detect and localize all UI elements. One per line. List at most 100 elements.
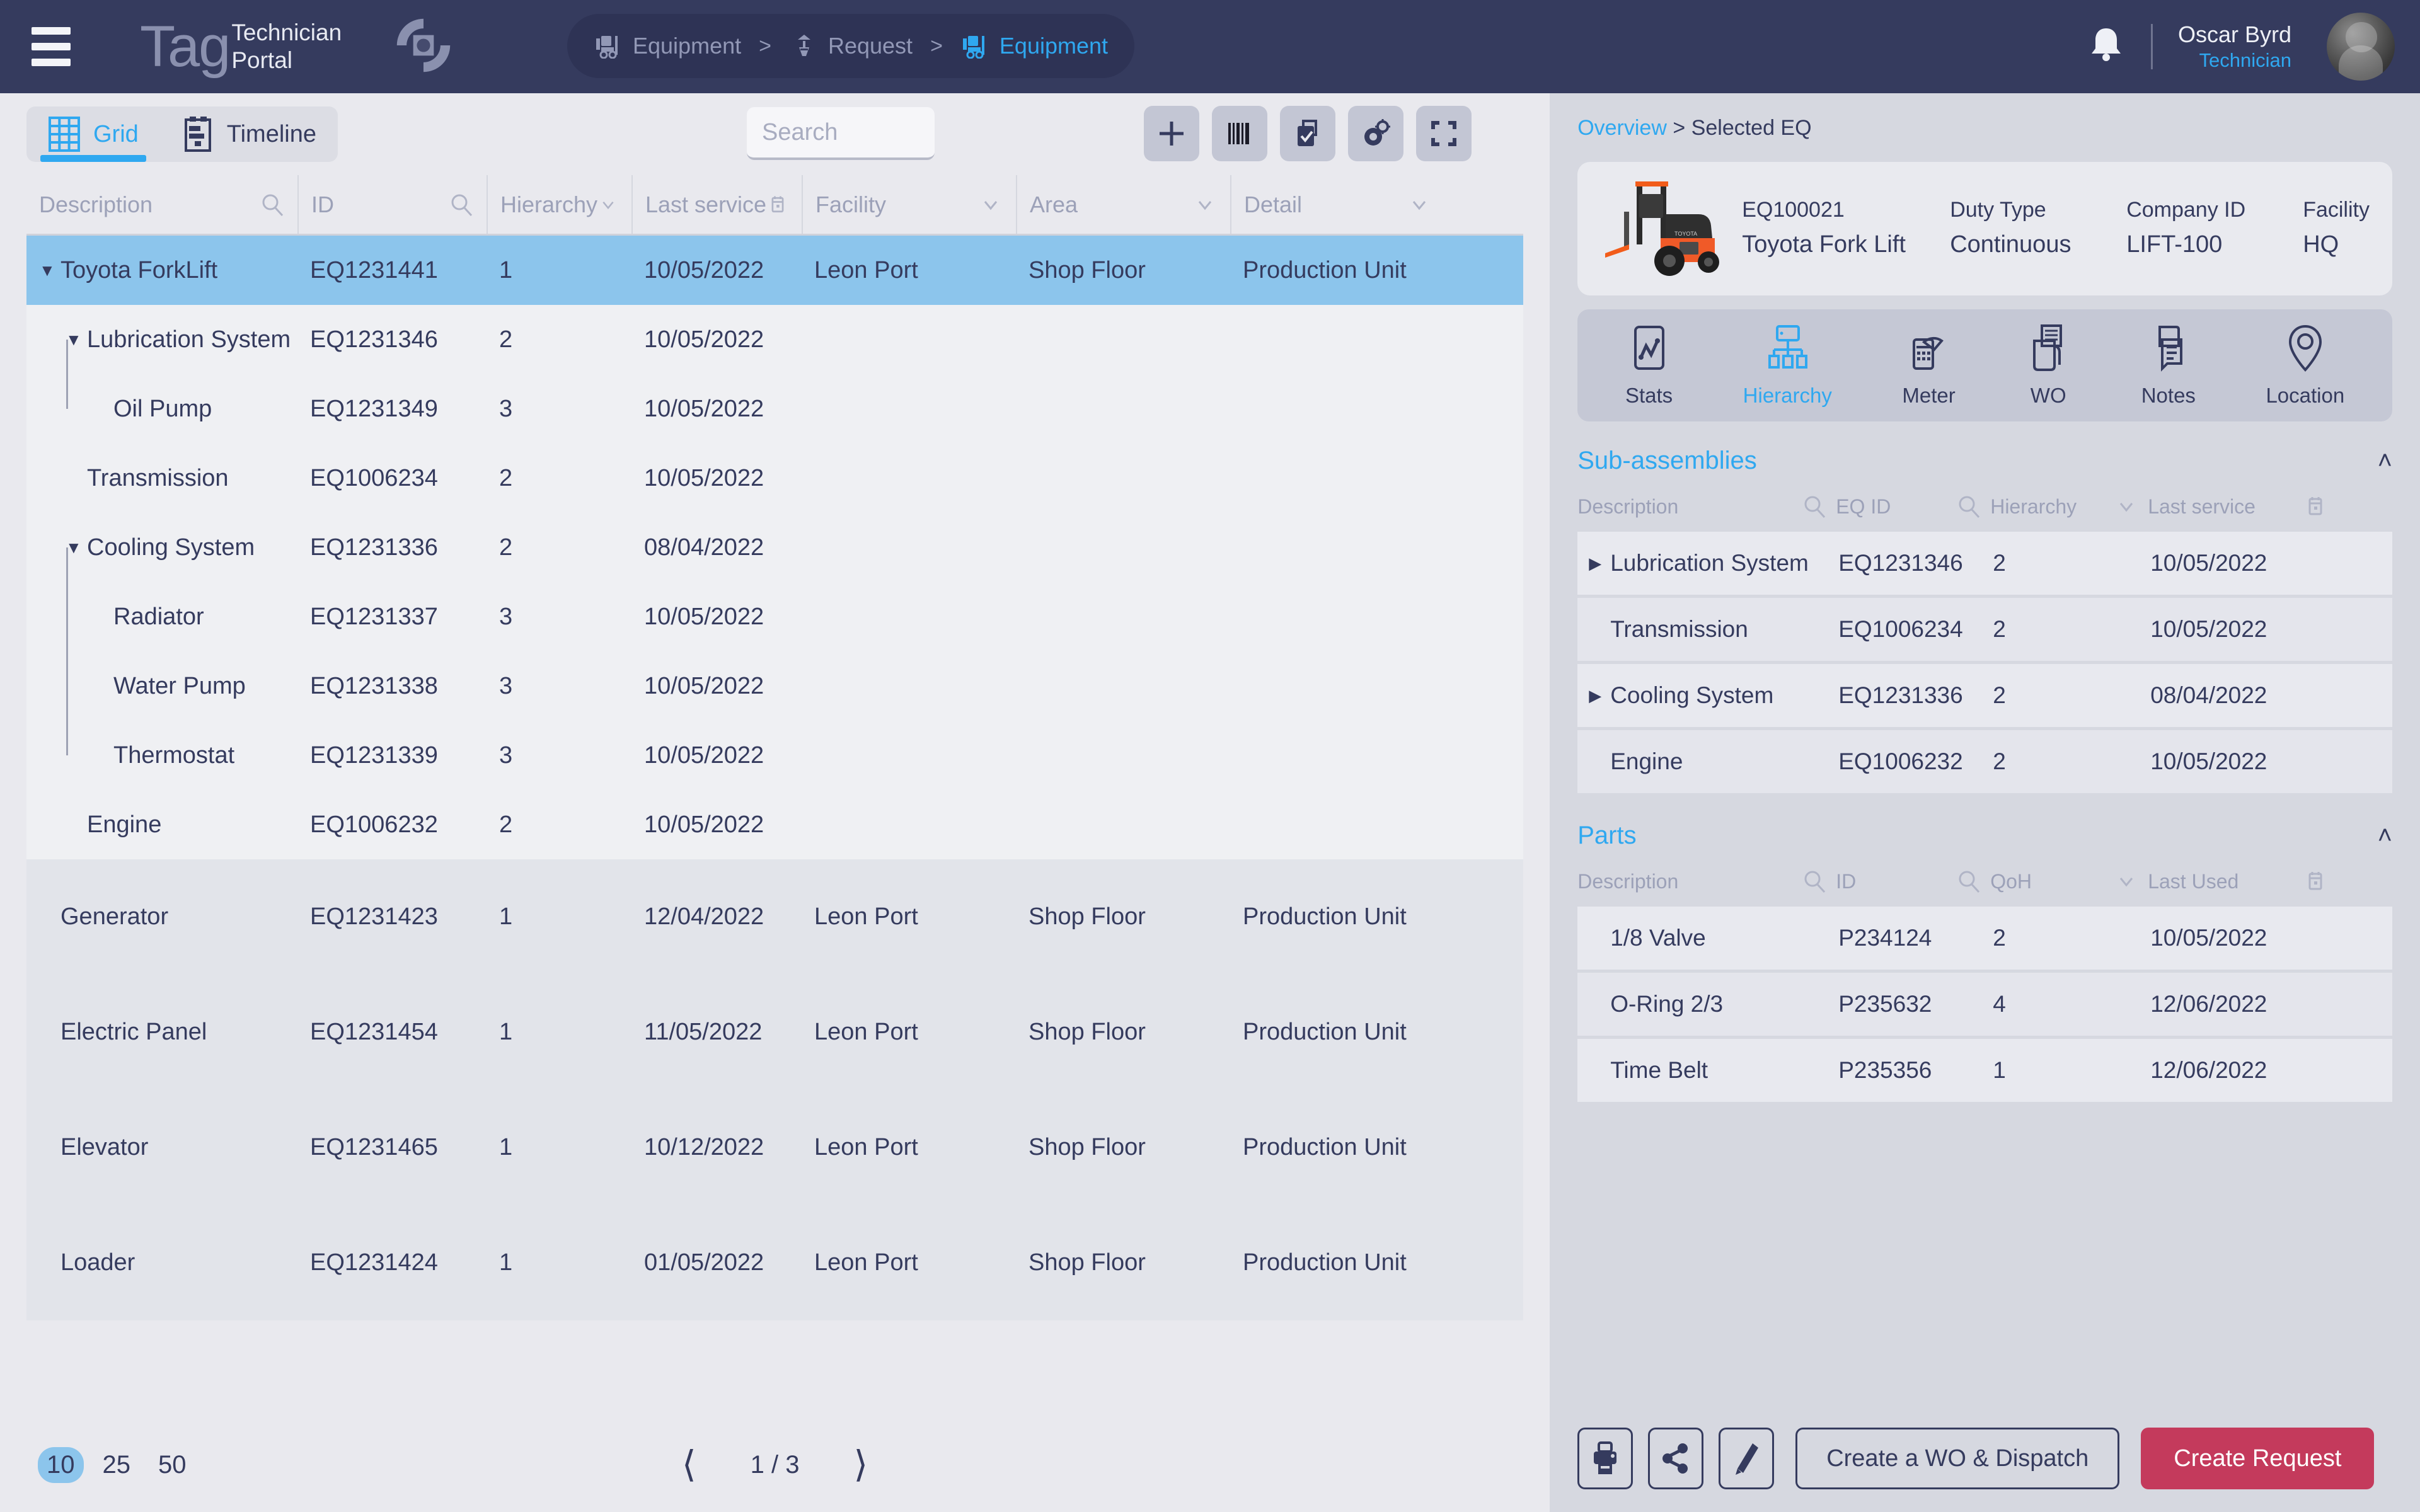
sub-column-header-eq-id[interactable]: EQ ID — [1836, 494, 1990, 519]
caret-down-icon[interactable]: ▼ — [66, 538, 87, 558]
cell-value: Production Unit — [1243, 256, 1407, 284]
chevron-up-icon[interactable]: ˄ — [2378, 822, 2392, 850]
caret-right-icon[interactable]: ▶ — [1589, 686, 1610, 706]
row-description: Time Belt — [1610, 1057, 1708, 1083]
tab-location[interactable]: Location — [2266, 323, 2344, 408]
sub-column-header-id[interactable]: ID — [1836, 869, 1990, 894]
detail-breadcrumb-link[interactable]: Overview — [1577, 116, 1667, 140]
sub-cell-hierarchy: 2 — [1990, 748, 2148, 775]
grid-column-header-area[interactable]: Area — [1016, 175, 1230, 234]
cell-value: 08/04/2022 — [2150, 682, 2267, 708]
tab-wo[interactable]: WO — [2025, 323, 2071, 408]
grid-header-row: Description ID Hierarchy Last service Facili… — [26, 175, 1524, 236]
cell-value: Production Unit — [1243, 1019, 1407, 1045]
list-item[interactable]: ▶ Lubrication System EQ1231346 2 10/05/2022 — [1577, 532, 2392, 595]
edit-button[interactable] — [1719, 1428, 1775, 1489]
settings-target-button[interactable] — [1348, 106, 1403, 161]
chevron-down-icon — [2120, 878, 2133, 887]
chevron-left-icon[interactable]: ⟨ — [682, 1446, 696, 1483]
sub-column-header-hierarchy[interactable]: Hierarchy — [1990, 494, 2148, 519]
cell-value: 10/12/2022 — [644, 1134, 764, 1160]
grid-column-label: Detail — [1244, 191, 1303, 217]
table-row[interactable]: ▼Electric Panel EQ1231454 1 11/05/2022 Leon … — [26, 975, 1524, 1090]
tab-grid[interactable]: Grid — [26, 106, 160, 162]
avatar[interactable] — [2327, 13, 2395, 81]
table-cell-description: ▼ Toyota ForkLift — [26, 257, 297, 284]
tab-meter[interactable]: Meter — [1902, 323, 1956, 408]
print-button[interactable] — [1577, 1428, 1634, 1489]
list-item[interactable]: ▶ Cooling System EQ1231336 2 08/04/2022 — [1577, 664, 2392, 727]
sub-column-header-description[interactable]: Description — [1577, 869, 1836, 894]
tab-hierarchy[interactable]: Hierarchy — [1743, 323, 1832, 408]
caret-down-icon[interactable]: ▼ — [66, 330, 87, 350]
table-row[interactable]: ▼Water Pump EQ1231338 3 10/05/2022 — [26, 651, 1524, 721]
table-cell-hierarchy: 2 — [487, 326, 631, 353]
checklist-button[interactable] — [1280, 106, 1335, 161]
hamburger-icon[interactable] — [32, 27, 71, 66]
cell-value: EQ1006234 — [310, 464, 438, 491]
grid-column-header-last-service[interactable]: Last service — [631, 175, 802, 234]
tree-node: ▼Water Pump — [39, 673, 246, 700]
table-row[interactable]: ▼ Toyota ForkLift EQ1231441 1 10/05/2022 Leon… — [26, 236, 1524, 305]
sub-column-header-description[interactable]: Description — [1577, 494, 1836, 519]
cell-value: Production Unit — [1243, 1134, 1407, 1160]
tree-node: ▼ Lubrication System — [39, 326, 291, 353]
search-icon — [451, 194, 473, 216]
chevron-up-icon[interactable]: ˄ — [2378, 447, 2392, 475]
cell-value: EQ1231346 — [1838, 550, 1963, 576]
table-cell-id: EQ1231339 — [297, 742, 487, 769]
fullscreen-button[interactable] — [1416, 106, 1472, 161]
user-info[interactable]: Oscar Byrd Technician — [2178, 20, 2291, 73]
grid-column-header-hierarchy[interactable]: Hierarchy — [487, 175, 631, 234]
breadcrumb-item-request[interactable]: Request — [789, 33, 913, 59]
barcode-button[interactable] — [1212, 106, 1267, 161]
grid-column-header-description[interactable]: Description — [26, 175, 297, 234]
bell-icon[interactable] — [2087, 25, 2126, 69]
list-item[interactable]: ▶TransmissionEQ1006234 2 10/05/2022 — [1577, 598, 2392, 661]
tab-stats[interactable]: Stats — [1625, 323, 1673, 408]
breadcrumb-item-equipment-2[interactable]: Equipment — [960, 33, 1108, 59]
search-input[interactable] — [762, 118, 1070, 146]
table-row[interactable]: ▼Loader EQ1231424 1 01/05/2022 Leon Port Shop… — [26, 1205, 1524, 1320]
list-item[interactable]: ▶1/8 ValveP234124 2 10/05/2022 — [1577, 907, 2392, 970]
sub-column-header-last-used[interactable]: Last Used — [2148, 869, 2337, 894]
cell-value: 1 — [1993, 1057, 2006, 1083]
search-input-wrapper[interactable] — [747, 107, 1070, 160]
tab-notes[interactable]: Notes — [2141, 323, 2196, 408]
grid-column-header-facility[interactable]: Facility — [802, 175, 1016, 234]
chevron-right-icon[interactable]: ⟩ — [854, 1446, 868, 1483]
caret-down-icon[interactable]: ▼ — [39, 261, 60, 280]
sub-cell-description: ▶ Lubrication System — [1577, 550, 1836, 576]
table-row[interactable]: ▼Elevator EQ1231465 1 10/12/2022 Leon Port Sh… — [26, 1090, 1524, 1205]
create-request-button[interactable]: Create Request — [2141, 1428, 2375, 1489]
grid-column-header-detail[interactable]: Detail — [1230, 175, 1444, 234]
table-row[interactable]: ▼Generator EQ1231423 1 12/04/2022 Leon Port S… — [26, 859, 1524, 975]
list-item[interactable]: ▶EngineEQ1006232 2 10/05/2022 — [1577, 730, 2392, 793]
table-cell-id: EQ1006232 — [297, 811, 487, 839]
tab-timeline[interactable]: Timeline — [160, 106, 338, 162]
table-row[interactable]: ▼Engine EQ1006232 2 10/05/2022 — [26, 790, 1524, 859]
table-row[interactable]: ▼Oil Pump EQ1231349 3 10/05/2022 — [26, 374, 1524, 444]
create-wo-dispatch-button[interactable]: Create a WO & Dispatch — [1795, 1428, 2120, 1489]
sub-column-header-last-service[interactable]: Last service — [2148, 494, 2337, 519]
list-item[interactable]: ▶Time BeltP235356 1 12/06/2022 — [1577, 1039, 2392, 1102]
table-row[interactable]: ▼Thermostat EQ1231339 3 10/05/2022 — [26, 721, 1524, 790]
list-item[interactable]: ▶O-Ring 2/3P235632 4 12/06/2022 — [1577, 973, 2392, 1036]
caret-right-icon[interactable]: ▶ — [1589, 554, 1610, 573]
table-row[interactable]: ▼Radiator EQ1231337 3 10/05/2022 — [26, 582, 1524, 651]
table-row[interactable]: ▼ Lubrication System EQ1231346 2 10/05/2022 — [26, 305, 1524, 374]
table-cell-description: ▼Elevator — [26, 1134, 297, 1161]
table-row[interactable]: ▼ Cooling System EQ1231336 2 08/04/2022 — [26, 513, 1524, 582]
table-cell-last-service: 10/05/2022 — [631, 396, 802, 423]
row-description: Radiator — [113, 603, 204, 630]
tab-timeline-label: Timeline — [226, 120, 316, 147]
facility-value: HQ — [2303, 231, 2339, 258]
grid-column-header-id[interactable]: ID — [297, 175, 487, 234]
cell-value: 10/05/2022 — [2150, 616, 2267, 642]
table-row[interactable]: ▼Transmission EQ1006234 2 10/05/2022 — [26, 444, 1524, 513]
share-button[interactable] — [1648, 1428, 1704, 1489]
add-button[interactable] — [1144, 106, 1199, 161]
breadcrumb-item-equipment-1[interactable]: Equipment — [594, 33, 741, 59]
sub-column-header-qoh[interactable]: QoH — [1990, 869, 2148, 894]
breadcrumb-label-1: Equipment — [633, 33, 742, 59]
